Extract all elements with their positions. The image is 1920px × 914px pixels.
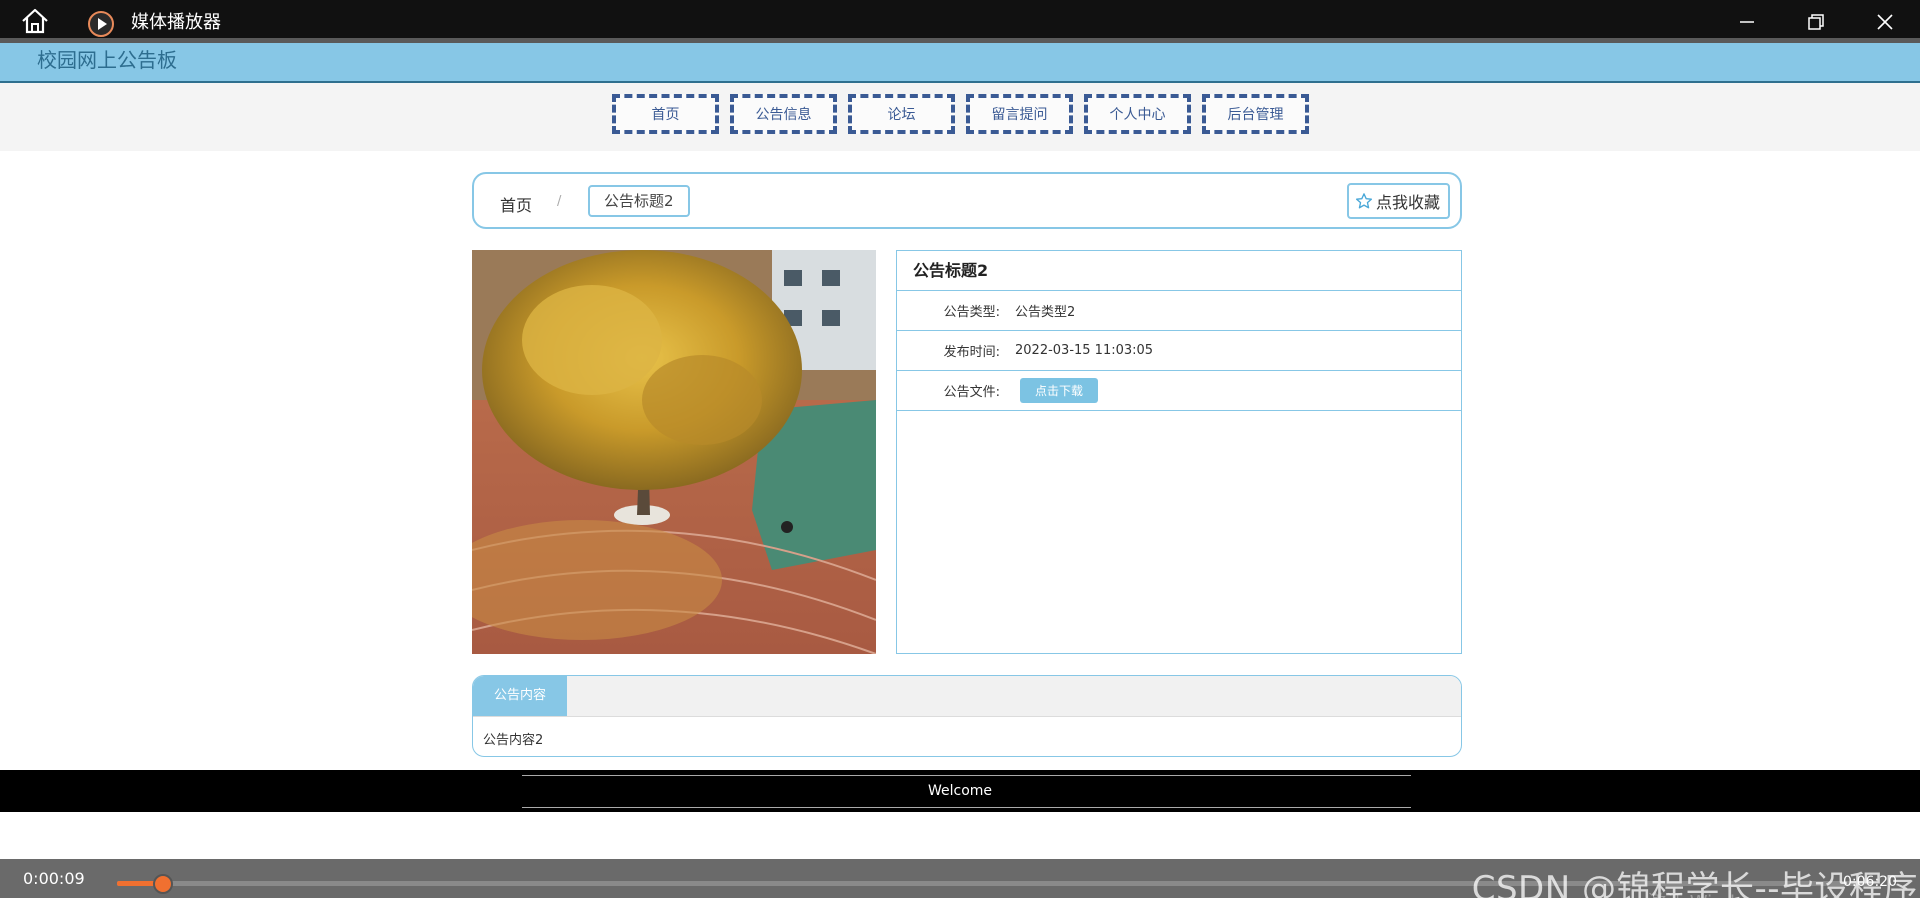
nav-home[interactable]: 首页: [612, 94, 719, 134]
notice-time-row: 发布时间: 2022-03-15 11:03:05: [897, 331, 1461, 371]
nav-notices[interactable]: 公告信息: [730, 94, 837, 134]
current-time: 0:00:09: [23, 869, 85, 888]
site-footer: Welcome: [0, 770, 1920, 812]
site-title: 校园网上公告板: [37, 48, 177, 72]
notice-type-label: 公告类型:: [943, 305, 1000, 320]
minimize-icon[interactable]: [1737, 12, 1757, 32]
total-time: 0:06:20: [1843, 874, 1897, 890]
home-icon[interactable]: [20, 8, 50, 34]
notice-time-label: 发布时间:: [943, 345, 1000, 360]
close-icon[interactable]: [1875, 12, 1895, 32]
nav-profile[interactable]: 个人中心: [1084, 94, 1191, 134]
star-icon: [1355, 193, 1373, 209]
notice-content-panel: 公告内容 公告内容2: [472, 675, 1462, 757]
media-player-icon: [88, 11, 114, 37]
content-tabs: 公告内容: [473, 676, 1461, 717]
seek-thumb[interactable]: [152, 874, 173, 894]
nav-admin[interactable]: 后台管理: [1202, 94, 1309, 134]
player-controls: 0:00:09 激活 Windows CSDN @锦程学长--毕设程序 0:06…: [0, 859, 1920, 913]
nav-forum[interactable]: 论坛: [848, 94, 955, 134]
player-title-bar: 媒体播放器: [0, 0, 1920, 38]
favorite-label: 点我收藏: [1375, 193, 1440, 212]
site-header: 校园网上公告板: [0, 43, 1920, 83]
notice-content-text: 公告内容2: [483, 733, 544, 748]
breadcrumb-separator: /: [557, 194, 562, 209]
notice-time-value: 2022-03-15 11:03:05: [1015, 343, 1154, 358]
footer-text: Welcome: [927, 783, 993, 799]
tab-content[interactable]: 公告内容: [473, 676, 567, 716]
footer-divider: [522, 807, 1411, 808]
notice-image: [472, 250, 876, 654]
breadcrumb-home[interactable]: 首页: [500, 192, 532, 216]
nav-questions[interactable]: 留言提问: [966, 94, 1073, 134]
notice-info-panel: 公告标题2 公告类型: 公告类型2 发布时间: 2022-03-15 11:03…: [896, 250, 1462, 654]
notice-type-value: 公告类型2: [1015, 305, 1076, 320]
app-title: 媒体播放器: [131, 12, 221, 33]
notice-type-row: 公告类型: 公告类型2: [897, 291, 1461, 331]
download-button[interactable]: 点击下载: [1020, 378, 1099, 403]
notice-file-label: 公告文件:: [943, 385, 1000, 400]
breadcrumb-current: 公告标题2: [588, 185, 690, 217]
notice-file-row: 公告文件: 点击下载: [897, 371, 1461, 411]
main-nav: 首页 公告信息 论坛 留言提问 个人中心 后台管理: [612, 94, 1309, 134]
restore-icon[interactable]: [1806, 12, 1826, 32]
favorite-button[interactable]: 点我收藏: [1346, 183, 1450, 219]
breadcrumb: 首页 / 公告标题2 点我收藏: [472, 172, 1462, 229]
footer-divider: [522, 775, 1411, 776]
notice-title: 公告标题2: [897, 251, 1461, 291]
